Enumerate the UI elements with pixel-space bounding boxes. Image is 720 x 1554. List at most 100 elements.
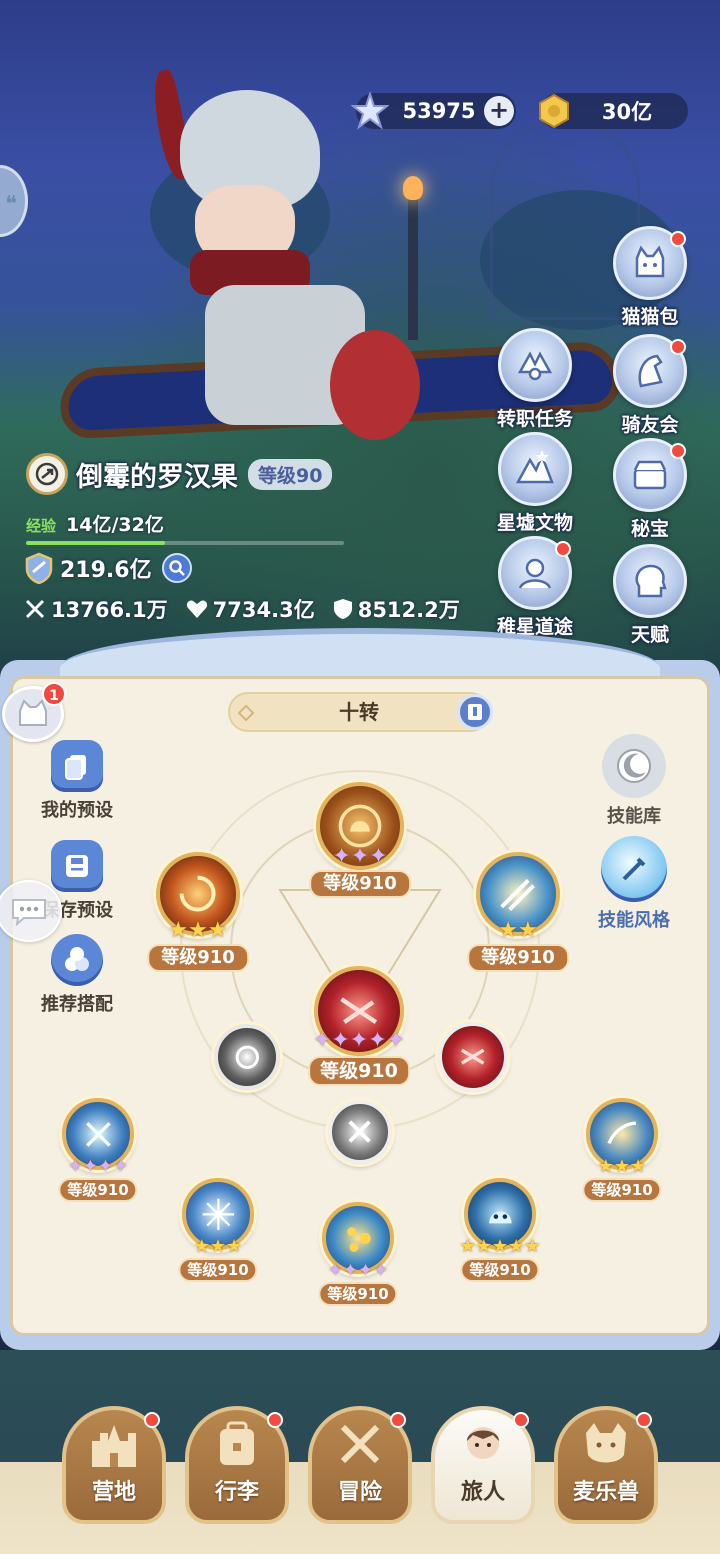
notification-dot: [267, 1412, 283, 1428]
notification-dot: [670, 231, 686, 247]
my-presets-button[interactable]: 我的预设: [22, 740, 132, 822]
sword-drop-icon: [601, 836, 667, 902]
star-icon: [348, 89, 392, 133]
skill-slot-upper-right[interactable]: ★★ 等级910: [467, 852, 569, 972]
menu-label: 骑友会: [621, 414, 679, 436]
gray-orb-icon: [214, 1024, 280, 1090]
power-detail-button[interactable]: [161, 553, 192, 583]
class-badge-icon: [26, 453, 68, 495]
skill-level: 等级910: [467, 944, 569, 972]
nav-label: 行李: [214, 1480, 259, 1505]
exp-progress-bar: [26, 541, 344, 545]
skill-style-button[interactable]: 技能风格: [579, 836, 689, 932]
nav-label: 冒险: [337, 1480, 382, 1505]
heart-icon: [186, 600, 207, 618]
menu-star-relic[interactable]: 星墟文物: [485, 432, 585, 544]
tier-info-button[interactable]: [457, 694, 493, 730]
star-count: 53975: [402, 99, 476, 123]
skill-level: 等级910: [318, 1282, 398, 1306]
tool-label: 推荐搭配: [41, 994, 113, 1015]
skill-slot-far-left[interactable]: ✦✦✦✦ 等级910: [58, 1098, 138, 1202]
exp-value: 14亿/32亿: [66, 514, 164, 536]
skill-level: 等级910: [178, 1258, 258, 1282]
nav-traveler[interactable]: 旅人: [431, 1406, 535, 1524]
nav-adventure[interactable]: 冒险: [308, 1406, 412, 1524]
nav-luggage[interactable]: 行李: [185, 1406, 289, 1524]
cat-chat-icon: [19, 699, 47, 726]
player-name[interactable]: 倒霉的罗汉果: [76, 455, 238, 494]
skill-slot-lower-left[interactable]: ★★★ 等级910: [178, 1178, 258, 1282]
nav-label: 麦乐兽: [572, 1480, 639, 1505]
coin-icon: [532, 89, 576, 133]
character-fox-tail: [330, 330, 420, 440]
tier-label: 十转: [339, 700, 379, 724]
skill-slot-lower-center[interactable]: ✦✦✦✦ 等级910: [318, 1202, 398, 1306]
skill-level: 等级910: [58, 1178, 138, 1202]
skill-slot-lower-right[interactable]: ★★★★★ 等级910: [459, 1178, 541, 1282]
skill-level: 等级910: [309, 870, 411, 898]
chat-count-badge: 1: [42, 682, 66, 706]
defense-value: 8512.2万: [357, 598, 460, 622]
attack-swords-icon: [25, 599, 45, 619]
skill-library-button[interactable]: 技能库: [579, 734, 689, 828]
crossed-swords-icon: [327, 1416, 393, 1472]
skill-slot-top[interactable]: ✦✦✦ 等级910: [309, 782, 411, 898]
diamond-icon: [237, 704, 255, 722]
notification-dot: [670, 443, 686, 459]
skill-slot-center[interactable]: ✦✦✦✦✦ 等级910: [308, 966, 410, 1086]
nav-pet[interactable]: 麦乐兽: [554, 1406, 658, 1524]
chat-bubble-icon: [12, 899, 46, 926]
skill-link-node-bottom[interactable]: [328, 1100, 392, 1164]
skill-stars: ★★★: [597, 1156, 647, 1177]
skill-level: 等级910: [582, 1178, 662, 1202]
tool-label: 技能风格: [598, 910, 670, 931]
relic-icon: [515, 450, 554, 484]
player-character[interactable]: [146, 68, 440, 490]
job-change-icon: [517, 351, 553, 381]
tier-selector[interactable]: 十转: [228, 692, 490, 732]
skill-slot-far-right[interactable]: ★★★ 等级910: [582, 1098, 662, 1202]
skill-stars: ★★★: [168, 918, 228, 943]
star-currency: 53975 +: [351, 92, 516, 130]
notification-dot: [513, 1412, 529, 1428]
skill-stars: ★★: [498, 918, 538, 943]
skill-level: 等级910: [147, 944, 249, 972]
player-name-row: 倒霉的罗汉果 等级90: [26, 452, 333, 496]
menu-rider-club[interactable]: 骑友会: [600, 334, 700, 446]
hp-value: 7734.3亿: [212, 598, 315, 622]
path-icon: [518, 558, 552, 589]
menu-talent[interactable]: 天赋: [600, 544, 700, 656]
coin-currency: 30亿: [539, 93, 688, 129]
tool-label: 我的预设: [41, 800, 113, 821]
skill-stars: ★★★★★: [459, 1236, 541, 1257]
horse-icon: [638, 354, 663, 388]
exp-label: 经验: [26, 517, 57, 535]
player-level: 等级90: [248, 458, 333, 490]
menu-label: 猫猫包: [621, 306, 679, 328]
menu-label: 秘宝: [630, 518, 669, 540]
pet-cat-icon: [573, 1416, 639, 1472]
notification-dot: [390, 1412, 406, 1428]
menu-cat-bag[interactable]: 猫猫包: [600, 226, 700, 338]
add-stars-button[interactable]: +: [484, 96, 514, 126]
notification-dot: [670, 339, 686, 355]
recommended-build-button[interactable]: 推荐搭配: [22, 934, 132, 1016]
nav-camp[interactable]: 营地: [62, 1406, 166, 1524]
power-shield-icon: [25, 552, 53, 584]
backpack-icon: [204, 1416, 270, 1472]
skill-link-node-left[interactable]: [214, 1024, 280, 1090]
combat-power-value: 219.6亿: [60, 558, 152, 583]
attack-value: 13766.1万: [51, 598, 168, 622]
skill-slot-upper-left[interactable]: ★★★ 等级910: [147, 852, 249, 972]
menu-treasure[interactable]: 秘宝: [600, 438, 700, 550]
chat-icon: ❝: [5, 192, 17, 217]
book-icon: [468, 704, 482, 720]
skill-link-node-right[interactable]: [438, 1022, 508, 1092]
attack-stat: 13766.1万: [24, 594, 168, 624]
cat-bag-icon: [635, 245, 665, 278]
traveler-avatar-icon: [450, 1416, 516, 1472]
menu-label: 转职任务: [496, 408, 573, 430]
menu-job-change[interactable]: 转职任务: [485, 328, 585, 440]
menu-star-path[interactable]: 稚星道途: [485, 536, 585, 648]
combat-power-row: 219.6亿: [24, 552, 192, 584]
